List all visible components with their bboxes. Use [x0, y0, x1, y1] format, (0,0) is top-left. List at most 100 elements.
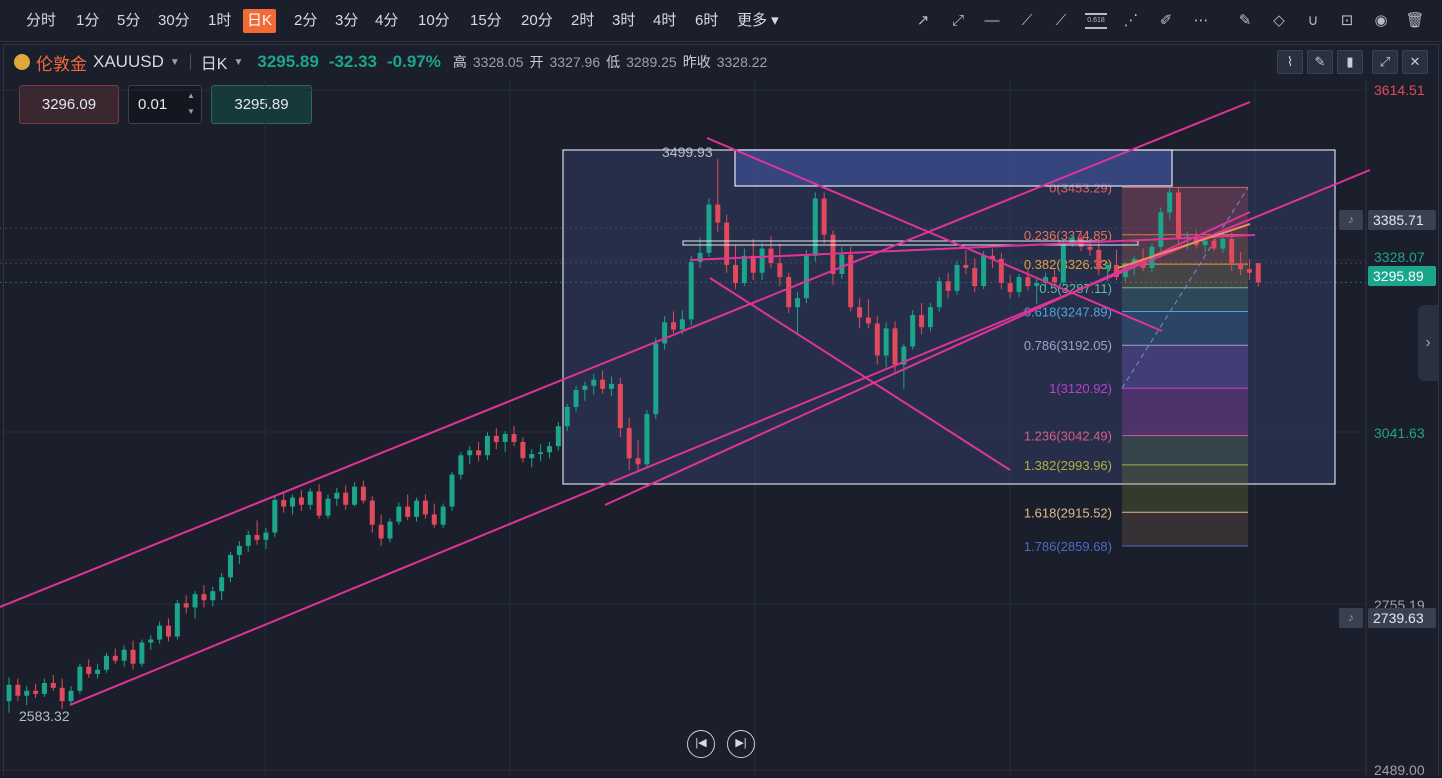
candle-type-icon[interactable]: ▮	[1337, 50, 1363, 74]
eye-icon[interactable]: ◉	[1370, 10, 1392, 32]
candle-body	[157, 625, 163, 640]
candle-body	[139, 642, 145, 664]
candle	[910, 310, 916, 350]
fib-zone	[1122, 512, 1248, 547]
candlestick-chart[interactable]: 0(3453.29)0.236(3374.85)0.382(3326.33)0.…	[0, 80, 1442, 776]
period-tab[interactable]: 更多 ▾	[733, 9, 783, 33]
candle-body	[1202, 240, 1208, 245]
horizontal-line-icon[interactable]: —	[981, 10, 1003, 32]
candle-body	[1238, 263, 1244, 270]
arrow-line-icon[interactable]: ↗	[912, 10, 934, 32]
chevron-down-icon[interactable]: ▼	[170, 57, 180, 68]
period-tab[interactable]: 6时	[691, 9, 722, 33]
candle	[369, 496, 375, 533]
candle-body	[387, 521, 393, 539]
chevron-down-icon[interactable]: ▼	[233, 57, 243, 68]
edit-icon[interactable]: ✎	[1234, 10, 1256, 32]
candle-body	[1220, 238, 1226, 249]
candle-body	[1025, 276, 1031, 287]
period-tab[interactable]: 日K	[243, 9, 277, 33]
candle-body	[981, 255, 987, 287]
symbol-code[interactable]: XAUUSD	[93, 52, 164, 72]
candle-body	[1167, 192, 1173, 213]
candle	[1158, 207, 1164, 252]
period-tab[interactable]: 30分	[154, 9, 194, 33]
scroll-to-start-icon[interactable]: |◀	[687, 730, 715, 758]
candle	[803, 249, 809, 303]
candle	[210, 586, 216, 607]
candle-body	[290, 497, 296, 507]
bell-icon[interactable]: ♪	[1339, 608, 1363, 628]
range-low-label: 2583.32	[19, 708, 70, 724]
period-tab[interactable]: 2分	[290, 9, 321, 33]
candle-body	[369, 500, 375, 525]
candle-body	[33, 690, 39, 694]
period-tab[interactable]: 4分	[371, 9, 402, 33]
candle	[405, 494, 411, 520]
candle	[476, 441, 482, 462]
brush-icon[interactable]: ⟋	[1050, 10, 1072, 32]
period-tab[interactable]: 5分	[113, 9, 144, 33]
alert-price-tag[interactable]: 2739.63	[1368, 608, 1436, 628]
trash-icon[interactable]: 🗑	[1404, 10, 1426, 32]
candle	[281, 491, 287, 513]
period-tab[interactable]: 分时	[22, 9, 60, 33]
candle-body	[706, 204, 712, 253]
candle	[95, 663, 101, 679]
candle-body	[219, 577, 225, 592]
candle	[183, 595, 189, 614]
indicator-icon[interactable]: ⌇	[1277, 50, 1303, 74]
candle-body	[263, 532, 269, 540]
fib-level-label: 1.382(2993.96)	[1024, 458, 1112, 473]
polyline-icon[interactable]: ⟋	[1016, 10, 1038, 32]
lock-icon[interactable]: ⊡	[1336, 10, 1358, 32]
candle	[378, 514, 384, 546]
fib-level-label: 1.786(2859.68)	[1024, 539, 1112, 554]
candle-body	[1096, 249, 1102, 270]
period-tab[interactable]: 20分	[517, 9, 557, 33]
symbol-name[interactable]: 伦敦金	[36, 50, 87, 75]
close-icon[interactable]: ✕	[1402, 50, 1428, 74]
expand-panel-chevron-icon[interactable]: ›	[1418, 305, 1438, 381]
current-price-tag[interactable]: 3295.89	[1368, 266, 1436, 286]
period-tab[interactable]: 3分	[331, 9, 362, 33]
candle	[334, 487, 340, 506]
candle	[458, 452, 464, 480]
toolbar: 分时 1分 5分 30分 1时 日K 2分 3分 4分 10分 15分 20分 2时 3时 4时 6时 更多 ▾…	[0, 0, 1442, 42]
period-tab[interactable]: 2时	[567, 9, 598, 33]
scroll-to-end-icon[interactable]: ▶|	[727, 730, 755, 758]
candle	[148, 635, 154, 650]
alert-price-tag[interactable]: 3385.71	[1368, 210, 1436, 230]
period-tab[interactable]: 1时	[204, 9, 235, 33]
dashed-line-icon[interactable]: ⤢	[947, 10, 969, 32]
period-tab[interactable]: 3时	[608, 9, 639, 33]
fan-icon[interactable]: ⋰	[1120, 10, 1142, 32]
magnet-icon[interactable]: ∪	[1302, 10, 1324, 32]
bell-icon[interactable]: ♪	[1339, 210, 1363, 230]
period-tab[interactable]: 10分	[414, 9, 454, 33]
candle-body	[414, 500, 420, 517]
candle-body	[272, 499, 278, 533]
candle-body	[165, 625, 171, 637]
candle-body	[733, 264, 739, 284]
candle-body	[174, 603, 180, 637]
fibonacci-icon[interactable]: 0.618	[1085, 13, 1107, 29]
candle-body	[41, 682, 47, 694]
candle-body	[1229, 238, 1235, 264]
highlighter-icon[interactable]: ✐	[1155, 10, 1177, 32]
candle	[352, 482, 358, 507]
draw-edit-icon[interactable]: ✎	[1307, 50, 1333, 74]
eraser-icon[interactable]: ◇	[1268, 10, 1290, 32]
period-tab[interactable]: 15分	[466, 9, 506, 33]
period-tab[interactable]: 1分	[72, 9, 103, 33]
fullscreen-icon[interactable]: ⤢	[1372, 50, 1398, 74]
candle-body	[307, 491, 313, 505]
candle-body	[449, 474, 455, 507]
period-tab[interactable]: 4时	[649, 9, 680, 33]
candle-body	[564, 406, 570, 427]
more-icon[interactable]: ⋯	[1190, 10, 1212, 32]
candle-body	[573, 389, 579, 407]
period-dropdown[interactable]: 日K	[201, 50, 228, 74]
candle-body	[635, 458, 641, 465]
candle	[360, 480, 366, 504]
